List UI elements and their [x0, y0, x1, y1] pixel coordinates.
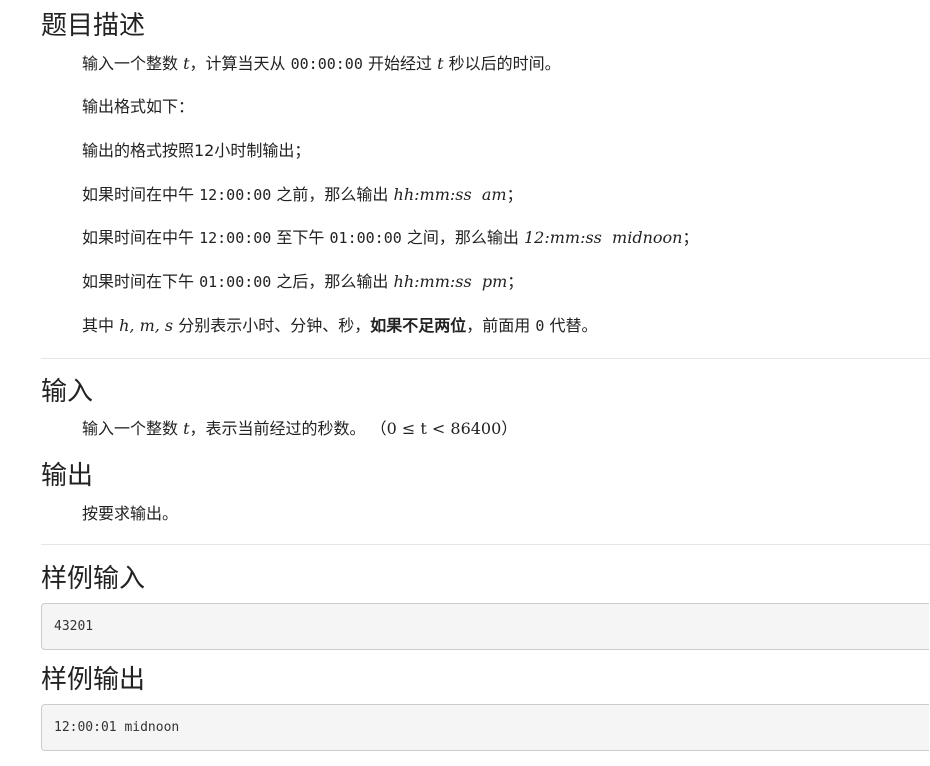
description-line-6: 如果时间在下午 01:00:00 之后，那么输出 hh:mm:ss pm；: [82, 272, 524, 291]
output-title: 输出: [41, 461, 94, 491]
description-line-4: 如果时间在中午 12:00:00 之前，那么输出 hh:mm:ss am；: [82, 185, 523, 204]
divider: [41, 544, 930, 545]
input-title: 输入: [41, 377, 94, 407]
sample-output-title: 样例输出: [41, 665, 146, 695]
description-line-7: 其中 h, m, s 分别表示小时、分钟、秒，如果不足两位，前面用 0 代替。: [82, 316, 598, 335]
description-line-2: 输出格式如下：: [82, 97, 195, 116]
output-description: 按要求输出。: [82, 504, 179, 523]
description-line-1: 输入一个整数 t，计算当天从 00:00:00 开始经过 t 秒以后的时间。: [82, 54, 561, 73]
sample-input-code[interactable]: 43201: [41, 603, 929, 650]
description-line-3: 输出的格式按照12小时制输出；: [82, 141, 311, 160]
description-title: 题目描述: [41, 11, 146, 41]
sample-output-code[interactable]: 12:00:01 midnoon: [41, 704, 929, 751]
divider: [41, 358, 930, 359]
sample-input-title: 样例输入: [41, 564, 146, 594]
description-line-5: 如果时间在中午 12:00:00 至下午 01:00:00 之间，那么输出 12…: [82, 228, 699, 247]
input-description: 输入一个整数 t，表示当前经过的秒数。 （0 ≤ t < 86400）: [82, 419, 518, 438]
